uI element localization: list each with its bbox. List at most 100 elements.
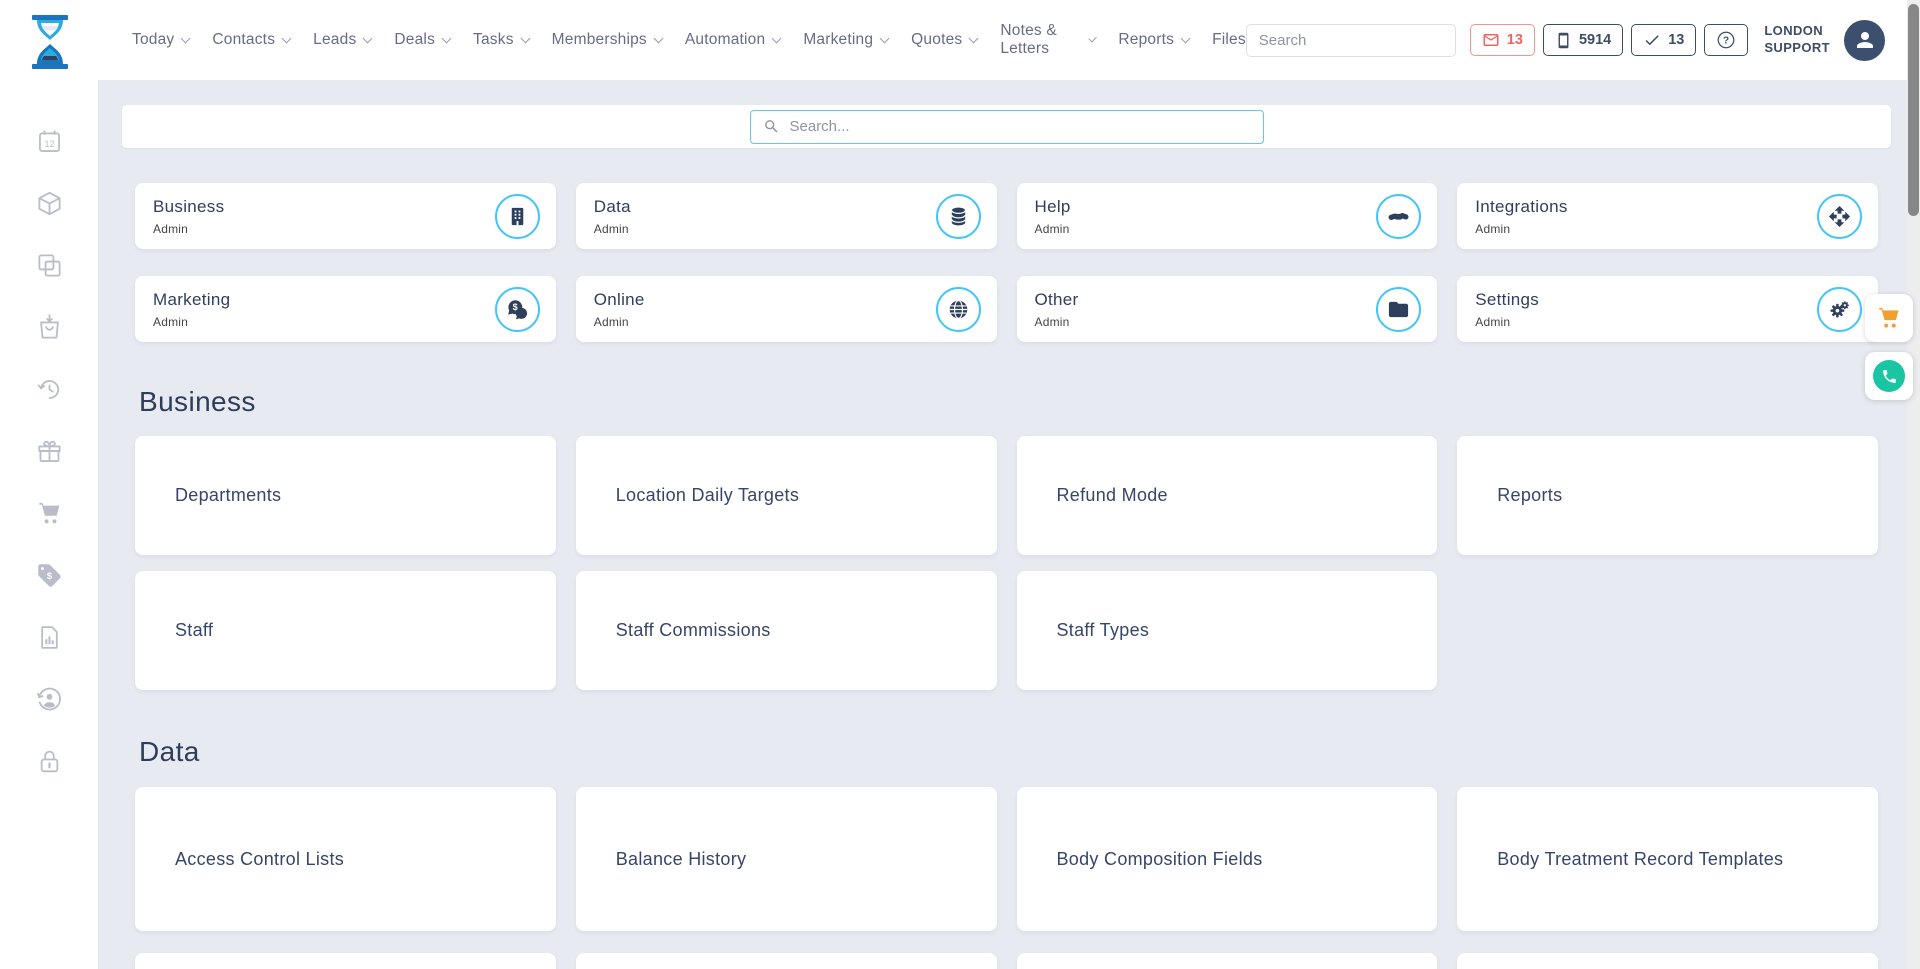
- nav-label: Quotes: [911, 31, 962, 49]
- card-subtitle: Admin: [1035, 315, 1079, 329]
- nav-item-notes-letters[interactable]: Notes & Letters: [1000, 22, 1095, 58]
- nav-item-marketing[interactable]: Marketing: [803, 31, 888, 49]
- header-actions: 13 5914 13 LONDON SUPPORT: [1246, 20, 1885, 61]
- nav-label: Contacts: [212, 31, 275, 49]
- nav-item-quotes[interactable]: Quotes: [911, 31, 977, 49]
- database-icon: [936, 194, 981, 239]
- sidebar-item-history[interactable]: [18, 358, 80, 420]
- card-body-treatment-record-templates[interactable]: Body Treatment Record Templates: [1457, 787, 1878, 931]
- card-refund-mode[interactable]: Refund Mode: [1017, 436, 1438, 555]
- scrollbar-thumb[interactable]: [1908, 4, 1919, 216]
- nav-item-deals[interactable]: Deals: [394, 31, 450, 49]
- sidebar-item-cart[interactable]: [18, 482, 80, 544]
- card-balance-history[interactable]: Balance History: [576, 787, 997, 931]
- report-doc-icon: [36, 624, 63, 651]
- admin-card-integrations[interactable]: Integrations Admin: [1457, 183, 1878, 249]
- sidebar-item-reports[interactable]: [18, 606, 80, 668]
- person-icon: [1853, 28, 1877, 52]
- admin-search-input[interactable]: [790, 118, 1251, 135]
- card-partial[interactable]: [135, 953, 556, 969]
- card-partial[interactable]: [1457, 953, 1878, 969]
- card-title: Other: [1035, 290, 1079, 310]
- building-icon: [495, 194, 540, 239]
- card-title: Integrations: [1475, 197, 1567, 217]
- admin-card-data[interactable]: DataAdmin: [576, 183, 997, 249]
- nav-label: Today: [132, 31, 174, 49]
- sidebar-item-calendar[interactable]: [18, 110, 80, 172]
- chevron-down-icon: [520, 33, 530, 43]
- tasks-count: 13: [1668, 32, 1684, 48]
- admin-card-business[interactable]: BusinessAdmin: [135, 183, 556, 249]
- package-icon: [36, 190, 63, 217]
- sidebar-item-orders[interactable]: [18, 296, 80, 358]
- chevron-down-icon: [880, 33, 890, 43]
- admin-card-help[interactable]: HelpAdmin: [1017, 183, 1438, 249]
- nav-item-contacts[interactable]: Contacts: [212, 31, 290, 49]
- header-search-input[interactable]: [1247, 32, 1470, 49]
- admin-card-other[interactable]: Other Admin: [1017, 276, 1438, 342]
- chevron-down-icon: [442, 33, 452, 43]
- nav-item-files[interactable]: Files: [1212, 31, 1246, 49]
- admin-card-marketing[interactable]: MarketingAdmin: [135, 276, 556, 342]
- messages-badge[interactable]: 13: [1470, 24, 1535, 56]
- card-label: Location Daily Targets: [616, 482, 799, 508]
- user-name: LONDON SUPPORT: [1764, 23, 1830, 57]
- folder-icon: [1376, 287, 1421, 332]
- sidebar-item-products[interactable]: [18, 172, 80, 234]
- nav-label: Memberships: [552, 31, 647, 49]
- admin-card-settings[interactable]: SettingsAdmin: [1457, 276, 1878, 342]
- sms-count: 5914: [1579, 32, 1611, 48]
- card-body-composition-fields[interactable]: Body Composition Fields: [1017, 787, 1438, 931]
- cart-icon: [36, 500, 63, 527]
- tasks-badge[interactable]: 13: [1631, 24, 1696, 56]
- card-subtitle: Admin: [1475, 222, 1567, 236]
- smartphone-icon: [1555, 32, 1572, 49]
- sidebar-item-pricing[interactable]: [18, 544, 80, 606]
- hourglass-logo[interactable]: [26, 14, 74, 70]
- card-partial[interactable]: [576, 953, 997, 969]
- cart-floating-button[interactable]: [1865, 294, 1913, 342]
- help-button[interactable]: [1704, 24, 1748, 56]
- user-name-line2: SUPPORT: [1764, 40, 1830, 57]
- gears-icon: [1817, 287, 1862, 332]
- nav-item-leads[interactable]: Leads: [313, 31, 371, 49]
- sms-badge[interactable]: 5914: [1543, 24, 1623, 56]
- nav-item-today[interactable]: Today: [132, 31, 189, 49]
- nav-item-tasks[interactable]: Tasks: [473, 31, 529, 49]
- chevron-down-icon: [181, 33, 191, 43]
- nav-item-automation[interactable]: Automation: [685, 31, 780, 49]
- card-title: Settings: [1475, 290, 1539, 310]
- nav-item-memberships[interactable]: Memberships: [552, 31, 662, 49]
- phone-call-icon: [1873, 360, 1905, 392]
- globe-icon: [936, 287, 981, 332]
- nav-label: Deals: [394, 31, 435, 49]
- card-staff-commissions[interactable]: Staff Commissions: [576, 571, 997, 690]
- admin-card-online[interactable]: OnlineAdmin: [576, 276, 997, 342]
- sidebar-item-gifts[interactable]: [18, 420, 80, 482]
- copy-icon: [36, 252, 63, 279]
- nav-item-reports[interactable]: Reports: [1118, 31, 1189, 49]
- sidebar-item-duplicates[interactable]: [18, 234, 80, 296]
- gift-icon: [36, 438, 63, 465]
- card-location-daily-targets[interactable]: Location Daily Targets: [576, 436, 997, 555]
- data-cards-row1: Access Control Lists Balance History Bod…: [135, 787, 1878, 931]
- card-departments[interactable]: Departments: [135, 436, 556, 555]
- sidebar-item-security[interactable]: [18, 730, 80, 792]
- card-label: Body Treatment Record Templates: [1497, 846, 1823, 872]
- card-partial[interactable]: [1017, 953, 1438, 969]
- business-cards-row2: Staff Staff Commissions Staff Types: [135, 571, 1878, 690]
- card-access-control-lists[interactable]: Access Control Lists: [135, 787, 556, 931]
- card-staff[interactable]: Staff: [135, 571, 556, 690]
- card-staff-types[interactable]: Staff Types: [1017, 571, 1438, 690]
- card-reports[interactable]: Reports: [1457, 436, 1878, 555]
- chevron-down-icon: [653, 33, 663, 43]
- check-icon: [1643, 31, 1661, 49]
- chevron-down-icon: [1181, 33, 1191, 43]
- avatar[interactable]: [1844, 20, 1885, 61]
- nav-label: Leads: [313, 31, 356, 49]
- card-subtitle: Admin: [153, 315, 230, 329]
- sidebar-item-account-history[interactable]: [18, 668, 80, 730]
- card-label: Staff Commissions: [616, 617, 771, 643]
- phone-floating-button[interactable]: [1865, 352, 1913, 400]
- content-search: [750, 110, 1264, 144]
